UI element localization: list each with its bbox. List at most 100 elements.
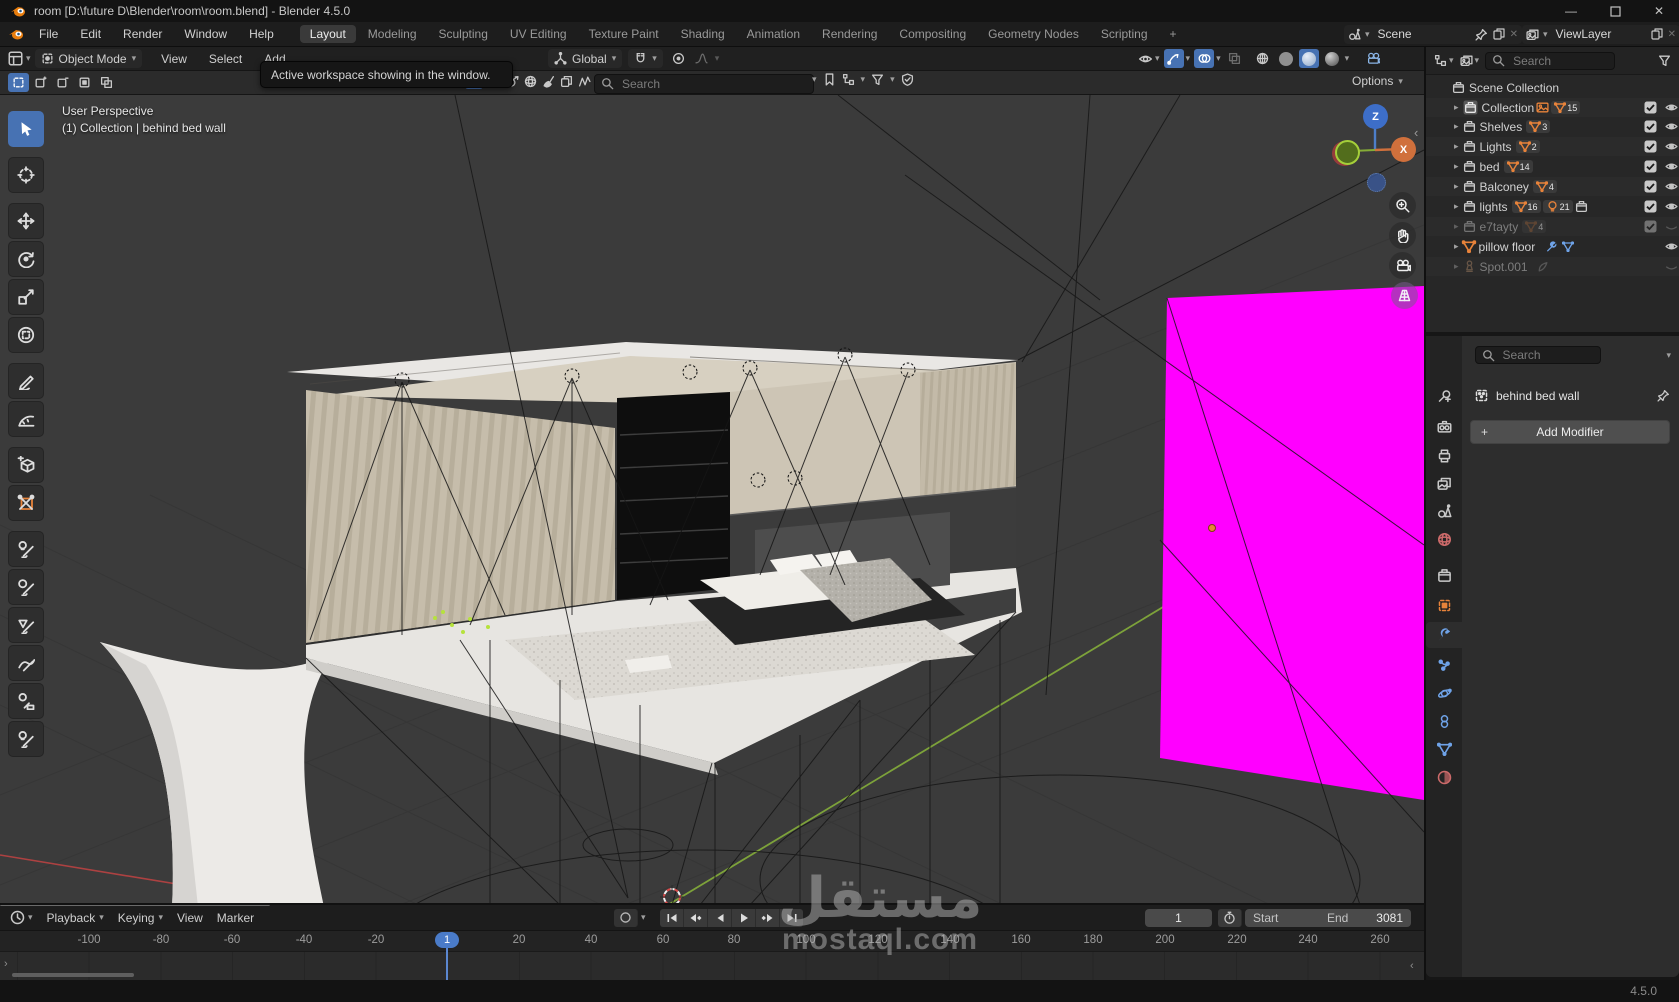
menu-viewport-view[interactable]: View bbox=[152, 52, 196, 66]
timeline-view-menu[interactable]: View bbox=[177, 911, 203, 925]
properties-search-field[interactable] bbox=[1474, 346, 1601, 364]
tab-object[interactable] bbox=[1426, 592, 1462, 618]
timeline-expand-arrow[interactable]: › bbox=[4, 958, 8, 970]
paintbrush-icon[interactable] bbox=[542, 75, 555, 88]
workspace-tab-compositing[interactable]: Compositing bbox=[889, 25, 976, 43]
delete-viewlayer-icon[interactable]: ✕ bbox=[1668, 29, 1676, 40]
outliner-row-scene-collection[interactable]: Scene Collection bbox=[1426, 78, 1679, 97]
blender-menu-icon[interactable] bbox=[8, 27, 24, 41]
magenta-plane-object[interactable] bbox=[1160, 286, 1424, 800]
workspace-tab-rendering[interactable]: Rendering bbox=[812, 25, 887, 43]
outliner-props-divider[interactable] bbox=[1426, 332, 1679, 336]
point-light-object[interactable] bbox=[1208, 524, 1216, 532]
tool-add-cube[interactable] bbox=[8, 447, 44, 483]
close-button[interactable]: ✕ bbox=[1639, 0, 1679, 22]
mode-dropdown[interactable]: Object Mode ▾ bbox=[34, 49, 143, 68]
snapping-dropdown[interactable]: ▾ bbox=[628, 49, 663, 68]
jump-to-start-button[interactable] bbox=[660, 908, 684, 927]
outliner-row-bed[interactable]: ▸ bed 14 bbox=[1426, 157, 1679, 176]
editor-type-button[interactable]: ▾ bbox=[8, 51, 31, 66]
properties-options-caret[interactable]: ▾ bbox=[1666, 350, 1671, 360]
tab-modifiers[interactable] bbox=[1426, 622, 1462, 648]
tool-scale[interactable] bbox=[8, 279, 44, 315]
tab-world[interactable] bbox=[1426, 526, 1462, 552]
gizmo-z-axis[interactable]: Z bbox=[1363, 104, 1388, 129]
workspace-tab-scripting[interactable]: Scripting bbox=[1091, 25, 1158, 43]
select-mode-subtract-button[interactable] bbox=[52, 73, 73, 92]
menu-window[interactable]: Window bbox=[173, 27, 238, 41]
falloff-curve-icon[interactable] bbox=[578, 75, 591, 88]
pin-icon[interactable] bbox=[1475, 28, 1488, 41]
options-dropdown[interactable]: Options ▾ bbox=[1352, 74, 1403, 88]
tool-move[interactable] bbox=[8, 203, 44, 239]
globe-icon[interactable] bbox=[524, 75, 537, 88]
tool-curve-draw[interactable] bbox=[8, 645, 44, 681]
camera-view-button[interactable] bbox=[1389, 252, 1416, 279]
outliner-search-input[interactable] bbox=[1511, 52, 1609, 69]
new-viewlayer-icon[interactable] bbox=[1651, 28, 1663, 40]
hide-eye-icon[interactable] bbox=[1664, 101, 1679, 114]
visibility-dropdown[interactable]: ▾ bbox=[1138, 52, 1160, 66]
tool-sphere-paint[interactable] bbox=[8, 569, 44, 605]
menu-help[interactable]: Help bbox=[238, 27, 285, 41]
workspace-tab-geometry-nodes[interactable]: Geometry Nodes bbox=[978, 25, 1089, 43]
workspace-tab-shading[interactable]: Shading bbox=[671, 25, 735, 43]
properties-search-input[interactable] bbox=[1500, 347, 1594, 363]
tab-tool[interactable] bbox=[1426, 382, 1462, 408]
tab-material[interactable] bbox=[1426, 764, 1462, 790]
show-overlays-button[interactable] bbox=[1194, 49, 1215, 68]
menu-viewport-select[interactable]: Select bbox=[200, 52, 251, 66]
tab-scene[interactable] bbox=[1426, 498, 1462, 524]
outliner-row-shelves[interactable]: ▸ Shelves 3 bbox=[1426, 117, 1679, 136]
show-gizmo-button[interactable] bbox=[1163, 49, 1184, 68]
delete-scene-icon[interactable]: ✕ bbox=[1510, 29, 1518, 40]
outliner-row-spot-001[interactable]: ▸ Spot.001 bbox=[1426, 257, 1679, 276]
tool-annotate[interactable] bbox=[8, 363, 44, 399]
perspective-toggle-button[interactable] bbox=[1391, 282, 1418, 309]
shading-wireframe-button[interactable] bbox=[1253, 49, 1273, 68]
hide-eye-closed-icon[interactable] bbox=[1664, 220, 1679, 233]
tab-physics[interactable] bbox=[1426, 680, 1462, 706]
expand-icon[interactable]: ▸ bbox=[1454, 103, 1459, 112]
tab-render[interactable] bbox=[1426, 414, 1462, 440]
timeline-divider[interactable] bbox=[0, 903, 1424, 905]
outliner-row-pillow-floor[interactable]: ▸ pillow floor bbox=[1426, 237, 1679, 256]
timeline-tracks[interactable]: › ‹ bbox=[0, 952, 1424, 980]
search-input[interactable] bbox=[620, 75, 807, 92]
viewport-3d-scene[interactable] bbox=[0, 95, 1424, 905]
shield-check-icon[interactable] bbox=[901, 73, 914, 86]
pan-hand-button[interactable] bbox=[1389, 222, 1416, 249]
panel-collapse-arrow[interactable]: ‹ bbox=[1414, 125, 1418, 140]
new-scene-icon[interactable] bbox=[1493, 28, 1505, 40]
toolbar-search-field[interactable] bbox=[594, 73, 814, 94]
add-workspace-button[interactable]: + bbox=[1160, 25, 1187, 43]
xray-toggle-button[interactable] bbox=[1225, 49, 1245, 68]
tool-select-box[interactable] bbox=[8, 111, 44, 147]
select-mode-set-button[interactable] bbox=[8, 73, 29, 92]
bookmark-icon[interactable] bbox=[823, 73, 836, 86]
tab-view-layer[interactable] bbox=[1426, 470, 1462, 496]
auto-keying-toggle[interactable]: ▾ bbox=[614, 908, 646, 927]
menu-edit[interactable]: Edit bbox=[69, 27, 112, 41]
shading-material-button[interactable] bbox=[1298, 49, 1319, 68]
tool-interactive-add[interactable] bbox=[8, 485, 44, 521]
tool-rotate[interactable] bbox=[8, 241, 44, 277]
gizmo-x-axis[interactable]: X bbox=[1391, 137, 1416, 162]
workspace-tab-modeling[interactable]: Modeling bbox=[358, 25, 427, 43]
tool-light-brush[interactable] bbox=[8, 721, 44, 757]
playback-menu[interactable]: Playback ▾ bbox=[47, 911, 104, 925]
tab-particles[interactable] bbox=[1426, 652, 1462, 678]
hierarchy-icon[interactable] bbox=[842, 73, 855, 86]
transform-orientation-dropdown[interactable]: Global ▾ bbox=[548, 49, 623, 68]
outliner-row-balconey[interactable]: ▸ Balconey 4 bbox=[1426, 177, 1679, 196]
outliner-display-mode[interactable]: ▾ bbox=[1434, 54, 1454, 67]
tool-mesh-paint[interactable] bbox=[8, 607, 44, 643]
play-reverse-button[interactable] bbox=[708, 908, 732, 927]
add-modifier-button[interactable]: + Add Modifier bbox=[1470, 420, 1670, 444]
next-keyframe-button[interactable] bbox=[756, 908, 780, 927]
tool-light-poly[interactable] bbox=[8, 683, 44, 719]
workspace-tab-texture-paint[interactable]: Texture Paint bbox=[579, 25, 669, 43]
tool-measure[interactable] bbox=[8, 401, 44, 437]
outliner-filter-mode[interactable]: ▾ bbox=[1459, 54, 1479, 67]
outliner-row-lights[interactable]: ▸ Lights 2 bbox=[1426, 137, 1679, 156]
